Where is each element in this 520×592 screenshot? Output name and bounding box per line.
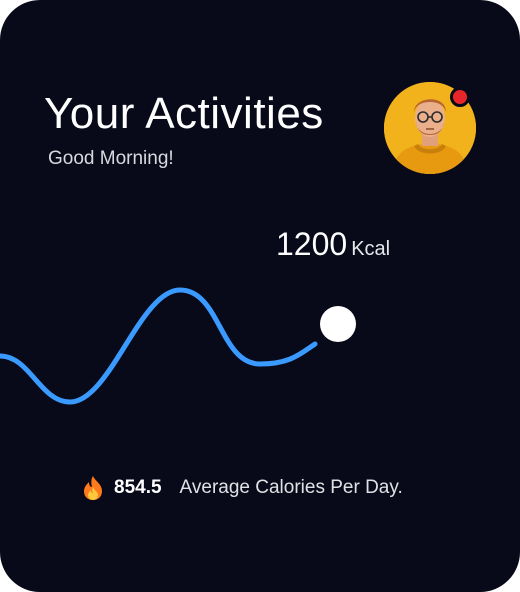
page-title: Your Activities [44,89,324,138]
activity-line [0,287,318,405]
fire-icon [84,476,102,500]
average-label: Average Calories Per Day. [179,477,403,498]
average-summary: 854.5 Average Calories Per Day. [82,474,403,502]
average-value: 854.5 [114,477,162,498]
activity-wave-chart [0,287,356,405]
calories-value: 1200 [276,226,348,262]
current-calories: 1200 Kcal [276,224,390,271]
activity-card: Your Activities Good Morning! 1200Kcal [0,0,520,592]
greeting-text: Good Morning! [48,148,174,169]
current-point-marker[interactable] [320,306,356,342]
notification-dot [450,87,470,107]
calories-unit: Kcal [351,238,391,260]
